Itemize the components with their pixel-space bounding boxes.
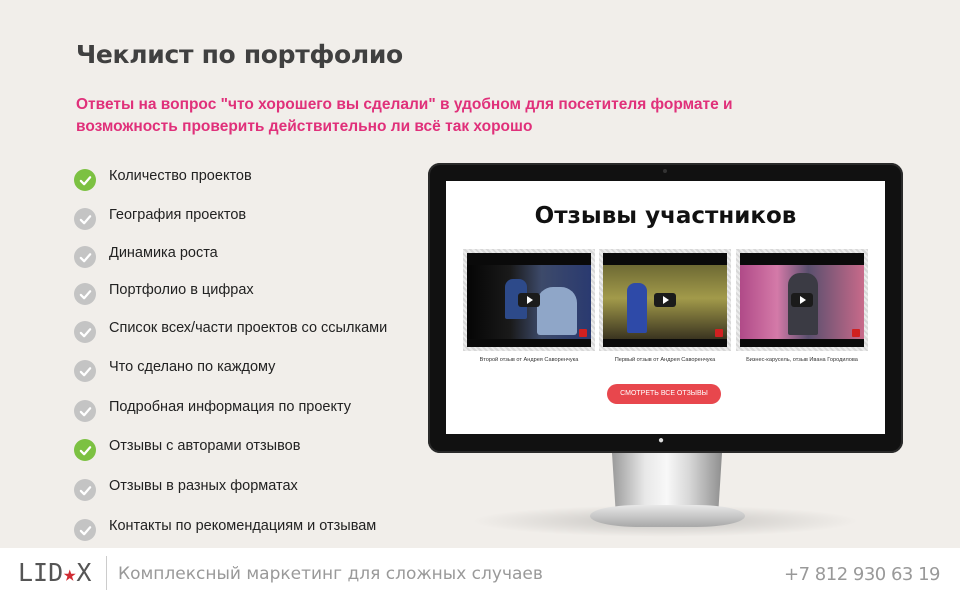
youtube-icon <box>852 329 860 337</box>
check-icon <box>74 400 96 422</box>
checklist-item: Портфолио в цифрах <box>74 278 414 305</box>
checklist-item: Что сделано по каждому <box>74 355 414 382</box>
video-frame <box>736 249 868 351</box>
video-frame <box>599 249 731 351</box>
checklist-item: Отзывы с авторами отзывов <box>74 434 414 461</box>
video-caption: Бизнес-карусель, отзыв Ивана Городилова <box>746 357 858 363</box>
checklist-item-label: Что сделано по каждому <box>109 359 276 375</box>
lidax-logo[interactable]: LID★X <box>18 558 91 587</box>
person-figure <box>627 283 647 333</box>
play-icon[interactable] <box>654 293 676 307</box>
play-icon[interactable] <box>518 293 540 307</box>
monitor: Отзывы участников Второй отзыв от Андрея… <box>428 163 903 453</box>
checklist-item: Список всех/части проектов со ссылками <box>74 316 414 343</box>
checklist-item: Контакты по рекомендациям и отзывам <box>74 514 414 541</box>
checklist-item-label: Подробная информация по проекту <box>109 399 352 415</box>
checklist-item: География проектов <box>74 203 414 230</box>
video-frame <box>463 249 595 351</box>
checklist-item-label: Отзывы с авторами отзывов <box>109 438 301 454</box>
video-card[interactable]: Первый отзыв от Андрея Саворенчука <box>599 249 731 364</box>
monitor-screen: Отзывы участников Второй отзыв от Андрея… <box>446 181 885 434</box>
see-all-reviews-button[interactable]: СМОТРЕТЬ ВСЕ ОТЗЫВЫ <box>607 384 721 404</box>
checklist-item: Динамика роста <box>74 241 414 268</box>
apple-logo-icon: ● <box>658 435 665 446</box>
star-icon: ★ <box>63 562 77 587</box>
video-caption: Второй отзыв от Андрея Саворенчука <box>479 357 579 363</box>
check-icon <box>74 169 96 191</box>
monitor-stand-base <box>590 505 745 527</box>
check-icon <box>74 439 96 461</box>
checklist-item-label: Количество проектов <box>109 168 252 184</box>
checklist-item: Количество проектов <box>74 164 414 191</box>
video-thumbnail[interactable] <box>467 253 591 347</box>
video-caption: Первый отзыв от Андрея Саворенчука <box>614 357 716 363</box>
check-icon <box>74 208 96 230</box>
phone-number[interactable]: +7 812 930 63 19 <box>784 564 940 585</box>
check-icon <box>74 283 96 305</box>
checklist-item-label: Динамика роста <box>109 245 218 261</box>
checklist-item-label: Контакты по рекомендациям и отзывам <box>109 518 377 534</box>
checklist-item-label: География проектов <box>109 207 247 223</box>
checklist-item-label: Список всех/части проектов со ссылками <box>109 320 388 336</box>
person-figure <box>537 287 577 335</box>
check-icon <box>74 479 96 501</box>
youtube-icon <box>715 329 723 337</box>
check-icon <box>74 246 96 268</box>
footer-divider <box>106 556 107 590</box>
tagline: Комплексный маркетинг для сложных случае… <box>118 564 543 584</box>
camera-icon <box>663 169 667 173</box>
youtube-icon <box>579 329 587 337</box>
video-thumbnail[interactable] <box>740 253 864 347</box>
footer: LID★X Комплексный маркетинг для сложных … <box>0 548 960 600</box>
video-card[interactable]: Бизнес-карусель, отзыв Ивана Городилова <box>736 249 868 364</box>
checklist-item-label: Портфолио в цифрах <box>109 282 254 298</box>
video-thumbnail[interactable] <box>603 253 727 347</box>
check-icon <box>74 519 96 541</box>
video-card[interactable]: Второй отзыв от Андрея Саворенчука <box>463 249 595 364</box>
play-icon[interactable] <box>791 293 813 307</box>
checklist: Количество проектов География проектов Д… <box>74 0 414 541</box>
reviews-title: Отзывы участников <box>534 203 797 229</box>
check-icon <box>74 360 96 382</box>
check-icon <box>74 321 96 343</box>
checklist-item-label: Отзывы в разных форматах <box>109 478 298 494</box>
checklist-item: Подробная информация по проекту <box>74 395 414 422</box>
checklist-item: Отзывы в разных форматах <box>74 474 414 501</box>
